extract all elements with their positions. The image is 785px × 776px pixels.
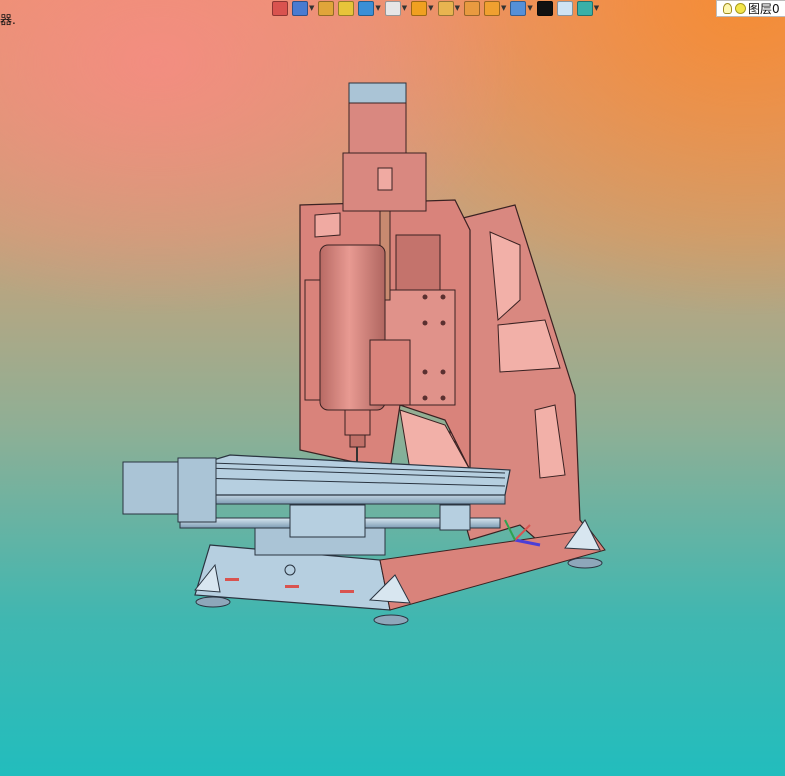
side-frame-plate: [449, 204, 601, 561]
z-stepper-motor: [342, 82, 427, 212]
cad-viewport[interactable]: [0, 0, 785, 776]
x-stepper-motor: [122, 457, 217, 523]
